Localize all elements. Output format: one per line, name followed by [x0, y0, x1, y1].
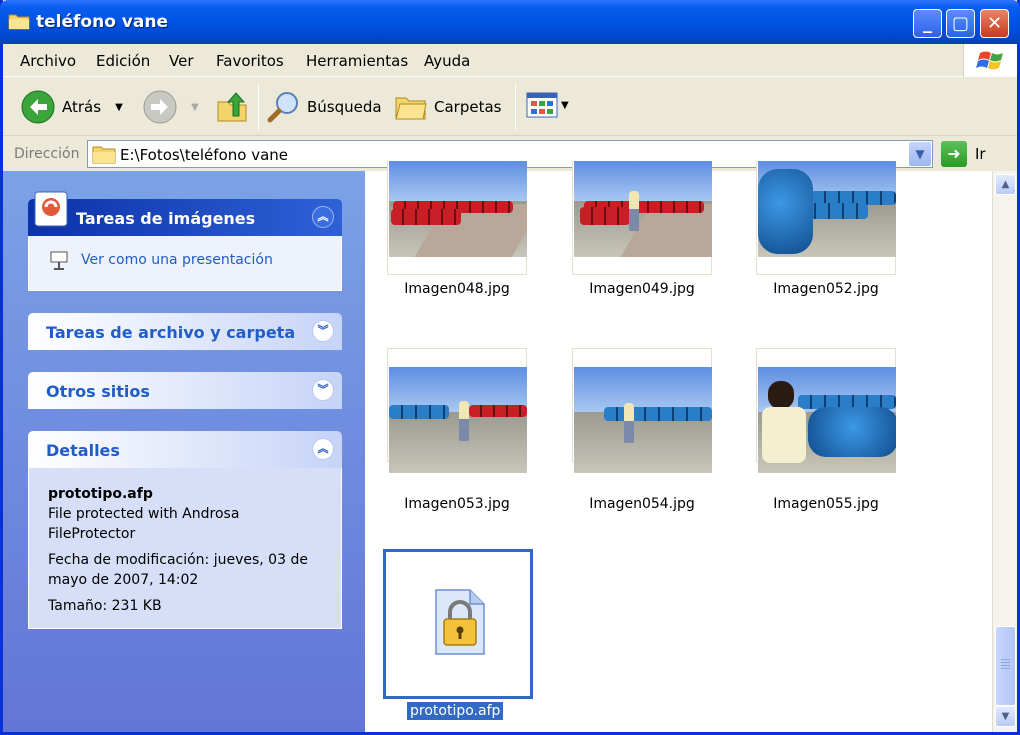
- file-tasks-panel: Tareas de archivo y carpeta ︾: [28, 313, 342, 350]
- image-tasks-header[interactable]: Tareas de imágenes ︽: [28, 191, 342, 236]
- image-tasks-title: Tareas de imágenes: [76, 209, 256, 228]
- thumbnail-frame: [756, 348, 896, 473]
- window-title: teléfono vane: [36, 12, 168, 32]
- menu-archivo[interactable]: Archivo: [20, 52, 76, 70]
- slideshow-link[interactable]: Ver como una presentación: [49, 249, 273, 271]
- other-places-panel: Otros sitios ︾: [28, 372, 342, 409]
- details-filename: prototipo.afp: [48, 486, 153, 502]
- toolbar-separator: [258, 84, 259, 130]
- photo-thumbnail: [758, 161, 896, 257]
- minimize-button[interactable]: _: [913, 9, 942, 38]
- file-name: Imagen055.jpg: [773, 496, 879, 512]
- slideshow-label: Ver como una presentación: [81, 252, 273, 268]
- collapse-chevron-icon[interactable]: ︽: [312, 206, 334, 228]
- details-modified: Fecha de modificación: jueves, 03 de may…: [48, 552, 308, 588]
- thumbnail-frame: [387, 348, 527, 473]
- image-tasks-panel: Tareas de imágenes ︽ Ver como una presen…: [28, 191, 342, 291]
- folder-icon: [92, 146, 116, 164]
- forward-arrow-icon: [143, 90, 177, 124]
- details-title: Detalles: [46, 441, 120, 460]
- file-name: Imagen048.jpg: [404, 281, 510, 297]
- expand-chevron-icon[interactable]: ︾: [312, 379, 334, 401]
- details-description: File protected with Androsa FileProtecto…: [48, 506, 240, 542]
- views-icon: [526, 92, 558, 118]
- menu-edicion[interactable]: Edición: [96, 52, 150, 70]
- photo-thumbnail: [758, 367, 896, 473]
- photo-thumbnail: [389, 161, 527, 257]
- scroll-up-button[interactable]: ▲: [995, 174, 1016, 195]
- folders-label: Carpetas: [434, 98, 502, 116]
- menu-herramientas[interactable]: Herramientas: [306, 52, 408, 70]
- address-label: Dirección: [14, 146, 80, 162]
- other-places-header[interactable]: Otros sitios ︾: [28, 372, 342, 409]
- views-button[interactable]: ▼: [525, 90, 569, 120]
- up-folder-icon: [217, 92, 247, 122]
- menu-ver[interactable]: Ver: [169, 52, 194, 70]
- menu-bar: Archivo Edición Ver Favoritos Herramient…: [3, 44, 1017, 77]
- file-item-prototipo[interactable]: [383, 549, 533, 699]
- details-body: prototipo.afp File protected with Andros…: [28, 468, 342, 629]
- address-path: E:\Fotos\teléfono vane: [120, 146, 289, 164]
- collapse-chevron-icon[interactable]: ︽: [312, 438, 334, 460]
- photo-thumbnail: [389, 367, 527, 473]
- back-label: Atrás: [62, 98, 102, 116]
- close-icon: ✕: [986, 13, 1003, 34]
- thumbnail-frame: [572, 161, 712, 275]
- file-name: Imagen052.jpg: [773, 281, 879, 297]
- search-icon: [267, 92, 298, 123]
- minimize-icon: _: [923, 13, 932, 34]
- go-label: Ir: [975, 145, 986, 163]
- vertical-scrollbar[interactable]: ▲ ▼: [992, 171, 1017, 732]
- file-tasks-header[interactable]: Tareas de archivo y carpeta ︾: [28, 313, 342, 350]
- file-name: Imagen053.jpg: [404, 496, 510, 512]
- forward-dropdown-icon: ▼: [191, 101, 199, 113]
- task-pane: Tareas de imágenes ︽ Ver como una presen…: [3, 171, 365, 732]
- go-arrow-icon: ➜: [941, 141, 967, 167]
- photo-thumbnail: [574, 161, 712, 257]
- standard-toolbar: Atrás ▼ ▼ Búsqueda Carpetas ▼: [3, 78, 1017, 136]
- slideshow-icon: [50, 251, 68, 270]
- thumbnail-frame: [756, 161, 896, 275]
- details-panel: Detalles ︽ prototipo.afp File protected …: [28, 431, 342, 629]
- menu-favoritos[interactable]: Favoritos: [216, 52, 284, 70]
- back-arrow-icon: [21, 90, 55, 124]
- forward-button[interactable]: ▼: [143, 90, 199, 124]
- details-header[interactable]: Detalles ︽: [28, 431, 342, 468]
- lock-file-icon: [435, 589, 485, 655]
- explorer-window: teléfono vane _ ▢ ✕ Archivo Edición Ver …: [0, 0, 1020, 735]
- back-dropdown-icon[interactable]: ▼: [115, 102, 123, 113]
- selected-file-name[interactable]: prototipo.afp: [407, 702, 504, 720]
- image-tasks-icon: [34, 191, 68, 227]
- menu-ayuda[interactable]: Ayuda: [424, 52, 470, 70]
- address-dropdown-button[interactable]: ▼: [909, 142, 931, 166]
- file-name: Imagen054.jpg: [589, 496, 695, 512]
- other-places-title: Otros sitios: [46, 382, 150, 401]
- folders-button[interactable]: Carpetas: [394, 90, 501, 124]
- thumbnail-frame: [572, 348, 712, 473]
- maximize-button[interactable]: ▢: [946, 9, 975, 38]
- expand-chevron-icon[interactable]: ︾: [312, 320, 334, 342]
- windows-logo-icon: [963, 44, 1017, 77]
- go-button[interactable]: ➜ Ir: [941, 141, 986, 167]
- maximize-icon: ▢: [951, 13, 969, 34]
- search-label: Búsqueda: [307, 98, 382, 116]
- folder-icon: [8, 14, 30, 30]
- file-tasks-title: Tareas de archivo y carpeta: [46, 323, 296, 342]
- toolbar-separator: [515, 84, 516, 130]
- details-size: Tamaño: 231 KB: [48, 598, 162, 614]
- search-button[interactable]: Búsqueda: [267, 90, 382, 124]
- folders-icon: [395, 97, 427, 120]
- title-bar[interactable]: teléfono vane _ ▢ ✕: [0, 0, 1020, 44]
- image-tasks-body: Ver como una presentación: [28, 236, 342, 291]
- scroll-thumb[interactable]: [995, 626, 1016, 706]
- up-folder-button[interactable]: [215, 90, 249, 124]
- views-dropdown-icon[interactable]: ▼: [561, 100, 569, 111]
- thumbnail-frame: [387, 161, 527, 275]
- back-button[interactable]: Atrás ▼: [21, 90, 123, 124]
- scroll-down-button[interactable]: ▼: [995, 706, 1016, 727]
- close-button[interactable]: ✕: [980, 9, 1009, 38]
- file-name: Imagen049.jpg: [589, 281, 695, 297]
- photo-thumbnail: [574, 367, 712, 473]
